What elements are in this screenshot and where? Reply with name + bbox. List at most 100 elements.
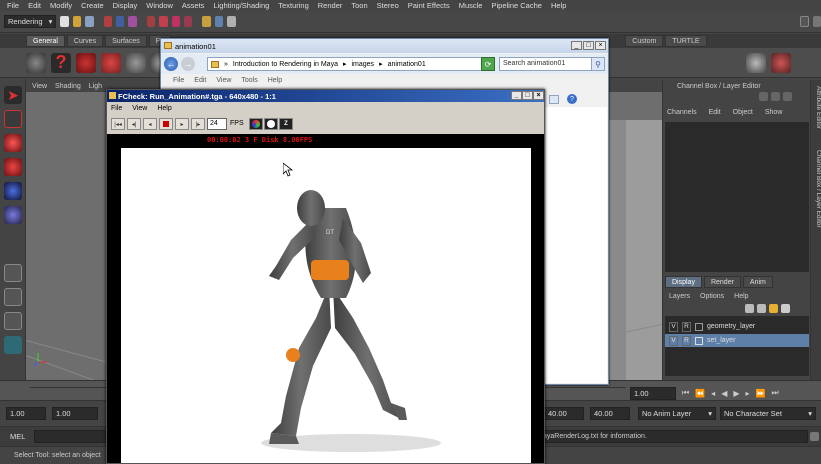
step-forward-key-icon[interactable]: ⏩ [756,389,766,398]
fc-menu-view[interactable]: View [132,105,147,112]
shelf-tab-custom[interactable]: Custom [625,35,664,47]
explorer-titlebar[interactable]: animation01 _ □ × [161,39,608,53]
refresh-icon[interactable]: ⟳ [481,57,495,71]
layer-visibility-toggle[interactable]: V [669,321,678,332]
toggle-icon[interactable] [771,92,780,101]
layer-render-toggle[interactable]: R [682,321,691,332]
explorer-file-area[interactable] [541,107,607,383]
rotate-tool-icon[interactable] [4,182,22,200]
hypershade-icon[interactable] [126,52,146,73]
layout-single-icon[interactable] [4,264,22,282]
start-time-field[interactable]: 1.00 [6,407,46,420]
character-set-dropdown[interactable]: No Character Set ▾ [720,407,816,420]
minimize-button[interactable]: _ [571,41,582,50]
render-node-icon[interactable] [26,52,46,73]
fc-menu-help[interactable]: Help [157,105,171,112]
channel-box-area[interactable] [665,122,809,272]
address-bar[interactable]: » Introduction to Rendering in Maya ▸ im… [207,57,487,71]
play-forward-icon[interactable]: ▸ [175,118,189,130]
save-scene-icon[interactable] [85,16,94,27]
le-menu-layers[interactable]: Layers [669,293,690,300]
menu-toon[interactable]: Toon [351,1,367,10]
end-time-field[interactable]: 40.00 [590,407,630,420]
go-to-start-icon[interactable]: ⏮ [682,388,689,398]
help-icon[interactable]: ? [567,94,577,104]
menu-display[interactable]: Display [113,1,138,10]
new-layer-icon[interactable] [769,304,778,313]
close-button[interactable]: × [533,91,544,100]
forward-arrow-icon[interactable]: → [181,57,195,71]
shelf-tab-general[interactable]: General [26,35,65,47]
side-tab-channel-box[interactable]: Channel Box / Layer Editor [811,150,821,228]
step-back-icon[interactable]: ◂| [127,118,141,130]
snap-grid-icon[interactable] [146,16,156,27]
render-frame-icon[interactable] [202,16,211,27]
back-arrow-icon[interactable]: ← [164,57,178,71]
anim-layer-dropdown[interactable]: No Anim Layer ▾ [638,407,716,420]
current-time-field[interactable]: 1.00 [630,387,676,400]
go-to-end-icon[interactable]: ⏭ [771,388,778,398]
playback-start-field[interactable]: 1.00 [52,407,98,420]
layout-hypershade-icon[interactable] [4,336,22,354]
step-back-key-icon[interactable]: ⏪ [695,389,705,398]
play-backward-icon[interactable]: ◀ [721,389,727,398]
step-back-frame-icon[interactable]: ◂ [711,389,715,398]
play-backward-icon[interactable]: ◂ [143,118,157,130]
stop-icon[interactable] [159,118,173,130]
shelf-tab-surfaces[interactable]: Surfaces [105,35,147,47]
toggle-icon[interactable] [759,92,768,101]
preview-pane-icon[interactable] [549,94,559,104]
input-line-icon[interactable] [799,16,809,27]
move-layer-down-icon[interactable] [757,304,766,313]
fc-menu-file[interactable]: File [111,105,122,112]
menu-muscle[interactable]: Muscle [459,1,483,10]
layer-row[interactable]: V R geometry_layer [665,320,809,333]
ex-menu-view[interactable]: View [216,77,231,84]
cb-menu-show[interactable]: Show [765,109,783,116]
viewport-menu-shading[interactable]: Shading [55,83,81,90]
menu-pipeline-cache[interactable]: Pipeline Cache [491,1,541,10]
play-forward-icon[interactable]: ▶ [733,389,739,398]
menu-help[interactable]: Help [551,1,566,10]
layer-visibility-toggle[interactable]: V [669,335,678,346]
shelf-custom-icon[interactable] [746,52,766,73]
toggle-icon[interactable] [783,92,792,101]
ex-menu-file[interactable]: File [173,77,184,84]
step-forward-icon[interactable]: |▸ [191,118,205,130]
menu-texturing[interactable]: Texturing [278,1,308,10]
menu-file[interactable]: File [7,1,19,10]
render-region-icon[interactable] [76,52,96,73]
show-channelbox-icon[interactable] [812,16,821,27]
step-forward-frame-icon[interactable]: ▸ [746,389,750,398]
breadcrumb-item[interactable]: Introduction to Rendering in Maya [233,61,338,68]
layout-persp-outliner-icon[interactable] [4,312,22,330]
select-component-icon[interactable] [128,16,137,27]
layer-tab-render[interactable]: Render [703,276,741,288]
search-icon[interactable]: ⚲ [591,57,605,71]
playback-end-field[interactable]: 40.00 [544,407,584,420]
cb-menu-object[interactable]: Object [733,109,753,116]
fcheck-image-area[interactable]: 00:00:02 3 F Disk 8.00FPS DT [107,134,544,463]
move-tool-icon[interactable] [4,158,22,176]
z-depth-icon[interactable]: Z [279,118,293,130]
layer-render-toggle[interactable]: R [682,335,691,346]
menu-edit[interactable]: Edit [28,1,41,10]
layer-tab-display[interactable]: Display [665,276,702,288]
ex-menu-edit[interactable]: Edit [194,77,206,84]
go-to-start-icon[interactable]: |◂◂ [111,118,125,130]
layer-tab-anim[interactable]: Anim [742,276,773,288]
select-object-icon[interactable] [115,16,125,27]
menu-modify[interactable]: Modify [50,1,72,10]
layout-four-icon[interactable] [4,288,22,306]
viewport-menu-view[interactable]: View [32,83,47,90]
viewport-menu-lighting[interactable]: Ligh [89,83,102,90]
select-tool-icon[interactable]: ➤ [4,86,22,104]
paint-select-icon[interactable] [4,134,22,152]
snap-point-icon[interactable] [171,16,181,27]
snap-curve-icon[interactable] [159,16,168,27]
open-scene-icon[interactable] [72,16,82,27]
side-tab-attribute-editor[interactable]: Attribute Editor [811,86,821,129]
le-menu-help[interactable]: Help [734,293,748,300]
menu-stereo[interactable]: Stereo [377,1,399,10]
rgb-channels-icon[interactable] [249,118,263,130]
